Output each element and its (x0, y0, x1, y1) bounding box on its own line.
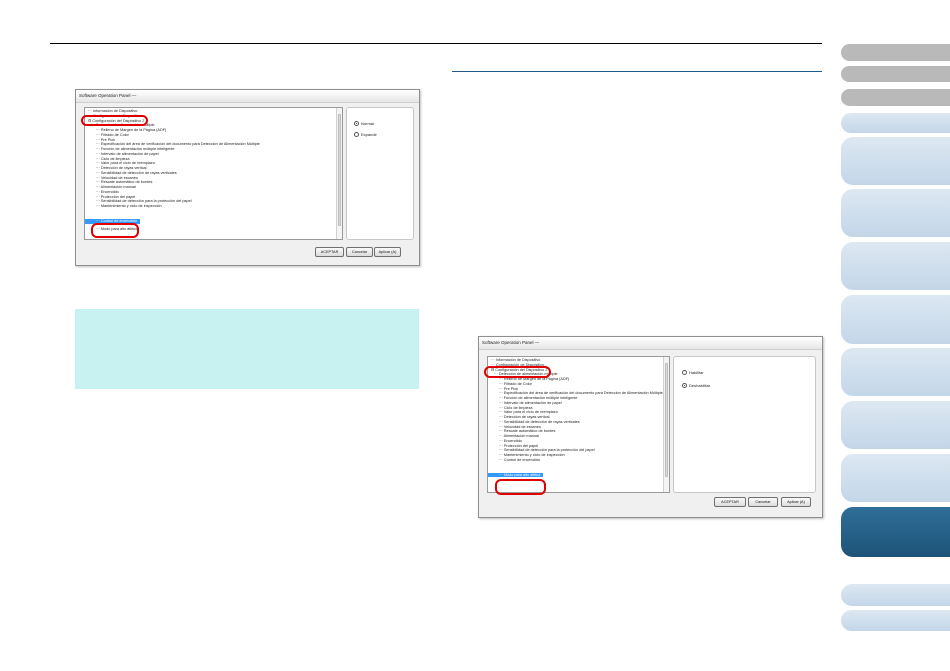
side-tab-8[interactable] (841, 295, 950, 344)
dialog-title: Software Operation Panel ― (479, 337, 822, 350)
radio-dot (682, 370, 687, 375)
radio-label: Deshabilitar (689, 383, 711, 388)
highlight-config-device-2 (81, 115, 148, 126)
hint-box (75, 309, 419, 389)
radio-dot (682, 383, 687, 388)
cancel-button[interactable]: Cancelar (748, 497, 778, 507)
side-tab-1[interactable] (841, 44, 950, 61)
section-rule (452, 71, 822, 72)
radio-normal[interactable]: Normal (354, 121, 374, 126)
radio-label: Normal (361, 121, 374, 126)
apply-button[interactable]: Aplicar (A) (781, 497, 811, 507)
side-tab-7[interactable] (841, 242, 950, 290)
side-tab-11[interactable] (841, 454, 950, 502)
side-tab-13[interactable] (841, 584, 950, 606)
radio-expandir[interactable]: Expandir (354, 132, 377, 137)
radio-label: Expandir (361, 132, 377, 137)
dialog-title: Software Operation Panel ― (76, 90, 419, 103)
tree-item[interactable]: ··· Modo para alto altitud (488, 463, 669, 481)
option-panel: Habilitar Deshabilitar (673, 356, 816, 493)
side-tab-3[interactable] (841, 89, 950, 106)
tree-item-label: ··· Modo para alto altitud (488, 472, 544, 478)
side-tab-12[interactable] (841, 507, 950, 557)
radio-dot (354, 132, 359, 137)
radio-habilitar[interactable]: Habilitar (682, 370, 704, 375)
highlight-selected-item (495, 479, 546, 495)
side-tab-6[interactable] (841, 189, 950, 237)
side-tab-2[interactable] (841, 66, 950, 82)
side-tab-5[interactable] (841, 137, 950, 185)
highlight-selected-item (91, 223, 139, 238)
radio-dot (354, 121, 359, 126)
accept-button[interactable]: ACEPTAR (714, 497, 746, 507)
option-panel: Normal Expandir (346, 107, 414, 240)
side-tab-10[interactable] (841, 401, 950, 449)
cancel-button[interactable]: Cancelar (346, 247, 373, 257)
apply-button[interactable]: Aplicar (A) (374, 247, 401, 257)
radio-label: Habilitar (689, 370, 704, 375)
highlight-config-device-2 (484, 366, 551, 378)
settings-tree[interactable]: ··· Información de Dispositivo ··· Config… (84, 107, 343, 240)
side-tab-4[interactable] (841, 113, 950, 133)
side-tab-14[interactable] (841, 610, 950, 631)
side-tab-9[interactable] (841, 348, 950, 396)
accept-button[interactable]: ACEPTAR (315, 247, 344, 257)
radio-deshabilitar[interactable]: Deshabilitar (682, 383, 710, 388)
header-rule (50, 43, 822, 44)
